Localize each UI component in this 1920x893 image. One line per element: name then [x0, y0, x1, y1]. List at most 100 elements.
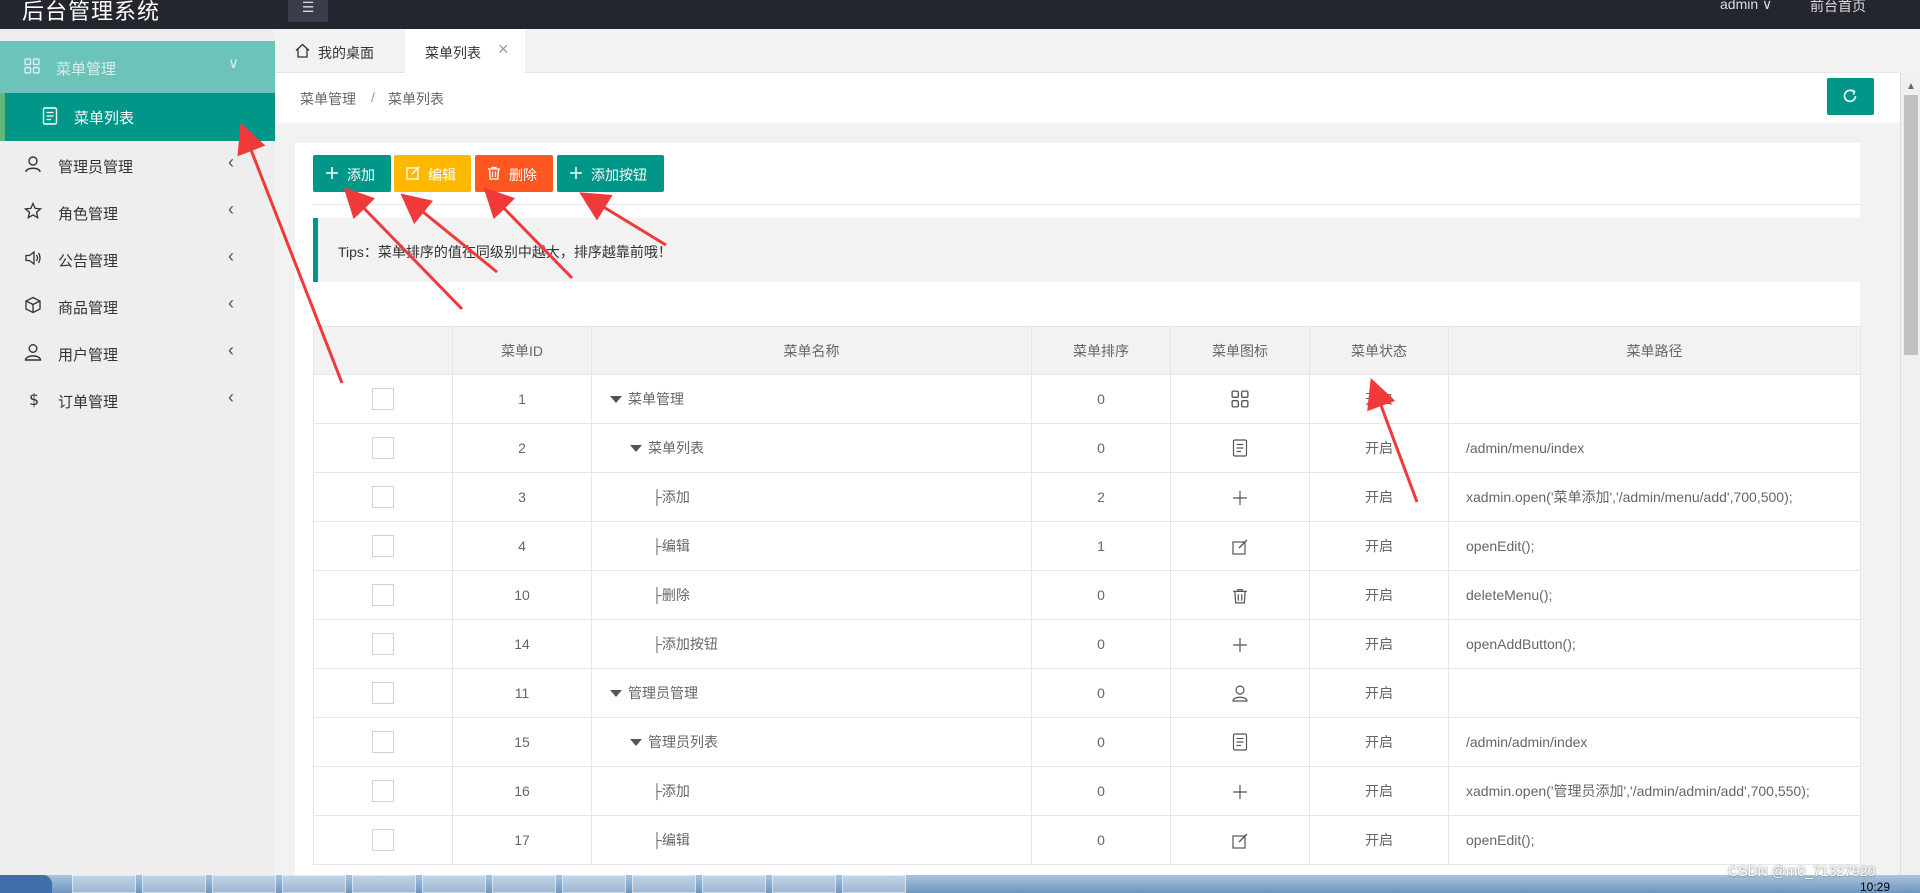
star-icon — [24, 202, 42, 220]
taskbar-app-item[interactable] — [352, 875, 416, 893]
sidebar-item-label: 管理员管理 — [58, 159, 134, 176]
sidebar-item-label: 商品管理 — [58, 300, 119, 317]
row-checkbox[interactable] — [372, 486, 394, 508]
sidebar-item-menu-list[interactable]: 菜单列表 — [0, 93, 275, 141]
cell-name[interactable]: ├添加 — [591, 766, 1032, 816]
add-menu-button-button[interactable]: 添加按钮 — [557, 155, 664, 192]
table-row[interactable]: 2 菜单列表 0 开启 /admin/menu/index — [313, 423, 1861, 473]
table-row[interactable]: 1 菜单管理 0 开启 — [313, 374, 1861, 424]
column-header-name[interactable]: 菜单名称 — [591, 326, 1032, 375]
front-home-link[interactable]: 前台首页 — [1810, 0, 1866, 16]
sidebar-item-role-management[interactable]: 角色管理 ‹ — [0, 188, 275, 235]
vertical-scrollbar[interactable]: ▲ — [1900, 73, 1920, 875]
expand-triangle-icon[interactable] — [630, 444, 642, 452]
table-row[interactable]: 15 管理员列表 0 开启 /admin/admin/index — [313, 717, 1861, 767]
start-button[interactable] — [0, 875, 52, 893]
taskbar-clock[interactable]: 10:29 — [1860, 880, 1890, 893]
taskbar-app-item[interactable] — [282, 875, 346, 893]
breadcrumb-separator: / — [371, 89, 375, 105]
main-content-card: 添加 编辑 删除 添加按钮 Tips：菜单排序的值在同级别中越大，排序越靠前哦！… — [295, 143, 1861, 875]
dollar-icon: $ — [29, 390, 39, 408]
expand-triangle-icon[interactable] — [610, 689, 622, 697]
cell-name[interactable]: ├编辑 — [591, 815, 1032, 865]
taskbar-app-item[interactable] — [702, 875, 766, 893]
delete-button[interactable]: 删除 — [475, 155, 553, 192]
edit-icon — [1232, 833, 1248, 849]
taskbar-app-item[interactable] — [842, 875, 906, 893]
sidebar-item-notice-management[interactable]: 公告管理 ‹ — [0, 235, 275, 282]
cell-name[interactable]: 菜单管理 — [591, 374, 1032, 424]
sidebar-item-order-management[interactable]: $ 订单管理 ‹ — [0, 376, 275, 423]
chevron-left-icon: ‹ — [228, 246, 234, 266]
taskbar-app-item[interactable] — [632, 875, 696, 893]
row-checkbox[interactable] — [372, 633, 394, 655]
cell-path: /admin/menu/index — [1448, 423, 1861, 473]
cell-name[interactable]: 管理员管理 — [591, 668, 1032, 718]
taskbar-app-item[interactable] — [492, 875, 556, 893]
cell-name[interactable]: ├编辑 — [591, 521, 1032, 571]
cell-name[interactable]: 菜单列表 — [591, 423, 1032, 473]
cell-name[interactable]: ├添加 — [591, 472, 1032, 522]
table-row[interactable]: 17 ├编辑 0 开启 openEdit(); — [313, 815, 1861, 865]
cell-id: 4 — [452, 521, 592, 571]
admin-dropdown[interactable]: admin ∨ — [1720, 0, 1772, 13]
cell-id: 17 — [452, 815, 592, 865]
row-checkbox[interactable] — [372, 829, 394, 851]
sidebar-toggle-button[interactable]: ☰ — [288, 0, 328, 22]
taskbar-app-item[interactable] — [422, 875, 486, 893]
row-checkbox[interactable] — [372, 682, 394, 704]
cell-name-text: 菜单列表 — [648, 440, 704, 456]
refresh-button[interactable] — [1827, 78, 1874, 115]
cell-status: 开启 — [1309, 619, 1449, 669]
table-row[interactable]: 3 ├添加 2 开启 xadmin.open('菜单添加','/admin/me… — [313, 472, 1861, 522]
row-checkbox[interactable] — [372, 535, 394, 557]
sidebar-item-label: 菜单管理 — [56, 61, 117, 78]
row-checkbox[interactable] — [372, 731, 394, 753]
column-header-status[interactable]: 菜单状态 — [1309, 326, 1449, 375]
tab-bar: 我的桌面 菜单列表 × — [275, 29, 1900, 73]
edit-button[interactable]: 编辑 — [394, 155, 471, 192]
table-row[interactable]: 10 ├删除 0 开启 deleteMenu(); — [313, 570, 1861, 620]
column-header-icon[interactable]: 菜单图标 — [1170, 326, 1310, 375]
table-row[interactable]: 4 ├编辑 1 开启 openEdit(); — [313, 521, 1861, 571]
column-header-path[interactable]: 菜单路径 — [1448, 326, 1861, 375]
expand-triangle-icon[interactable] — [610, 395, 622, 403]
row-checkbox[interactable] — [372, 584, 394, 606]
cell-name-text: 管理员列表 — [648, 734, 718, 750]
document-icon — [1232, 439, 1248, 457]
column-header-id[interactable]: 菜单ID — [452, 326, 592, 375]
table-row[interactable]: 16 ├添加 0 开启 xadmin.open('管理员添加','/admin/… — [313, 766, 1861, 816]
scroll-up-icon[interactable]: ▲ — [1906, 81, 1916, 92]
sidebar-item-product-management[interactable]: 商品管理 ‹ — [0, 282, 275, 329]
taskbar-app-item[interactable] — [772, 875, 836, 893]
taskbar-app-item[interactable] — [562, 875, 626, 893]
cell-sort: 0 — [1031, 815, 1171, 865]
sidebar-item-menu-management[interactable]: 菜单管理 ∨ — [0, 41, 275, 93]
table-row[interactable]: 14 ├添加按钮 0 开启 openAddButton(); — [313, 619, 1861, 669]
sidebar-item-label: 菜单列表 — [74, 110, 135, 127]
cell-name[interactable]: ├删除 — [591, 570, 1032, 620]
close-icon[interactable]: × — [498, 39, 509, 60]
sidebar-item-admin-management[interactable]: 管理员管理 ‹ — [0, 141, 275, 188]
taskbar-app-item[interactable] — [72, 875, 136, 893]
column-header-sort[interactable]: 菜单排序 — [1031, 326, 1171, 375]
sidebar-item-user-management[interactable]: 用户管理 ‹ — [0, 329, 275, 376]
taskbar-app-item[interactable] — [212, 875, 276, 893]
cell-icon — [1170, 374, 1310, 424]
row-checkbox[interactable] — [372, 388, 394, 410]
scrollbar-thumb[interactable] — [1904, 95, 1918, 355]
tab-my-desktop[interactable]: 我的桌面 — [285, 29, 405, 73]
plus-icon — [1233, 637, 1247, 652]
row-checkbox[interactable] — [372, 780, 394, 802]
tab-menu-list[interactable]: 菜单列表 × — [405, 29, 525, 73]
row-checkbox[interactable] — [372, 437, 394, 459]
cell-status: 开启 — [1309, 815, 1449, 865]
table-row[interactable]: 11 管理员管理 0 开启 — [313, 668, 1861, 718]
taskbar-app-item[interactable] — [142, 875, 206, 893]
add-button[interactable]: 添加 — [313, 155, 391, 192]
cell-status: 开启 — [1309, 374, 1449, 424]
cell-name[interactable]: 管理员列表 — [591, 717, 1032, 767]
breadcrumb-item[interactable]: 菜单管理 — [300, 89, 356, 109]
cell-name[interactable]: ├添加按钮 — [591, 619, 1032, 669]
expand-triangle-icon[interactable] — [630, 738, 642, 746]
